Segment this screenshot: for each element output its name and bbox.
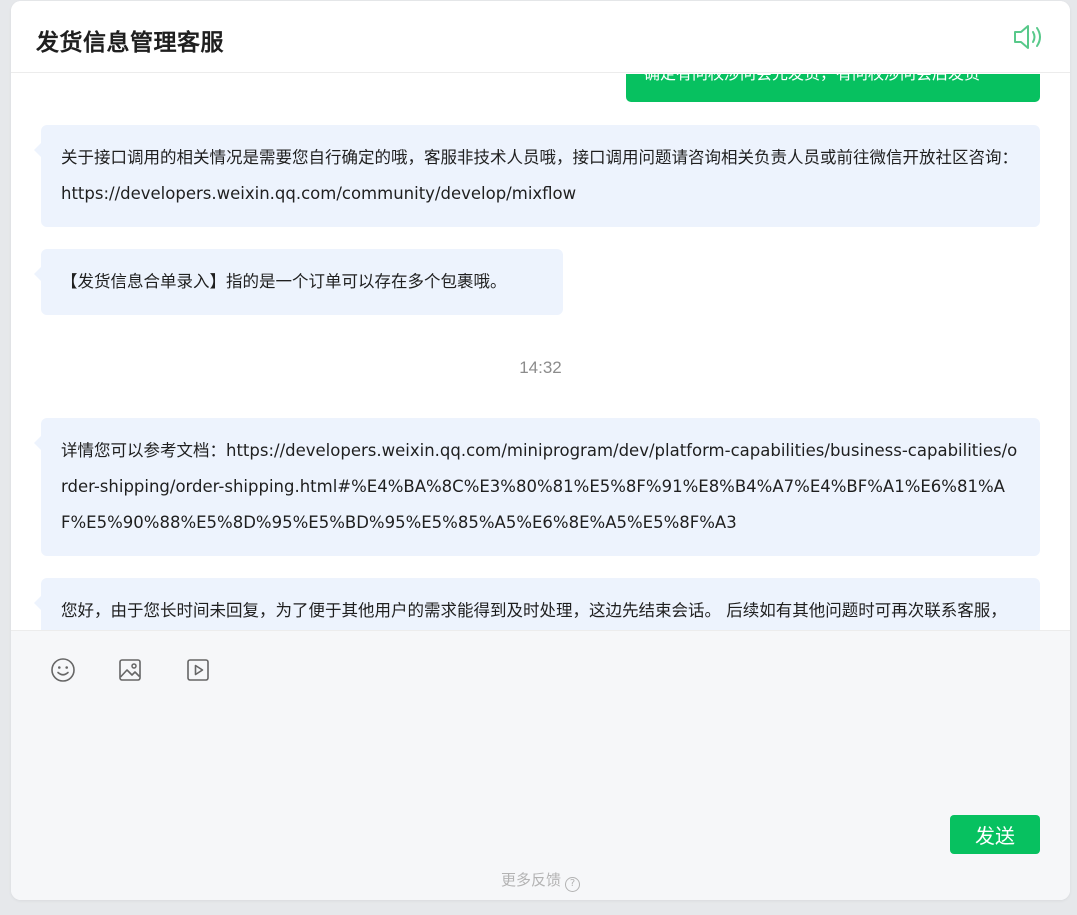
video-icon[interactable] [185, 657, 211, 683]
message-list[interactable]: 确定有问权涉问会先发货，有问权涉问会后发货 关于接口调用的相关情况是需要您自行确… [11, 74, 1070, 630]
more-feedback-label: 更多反馈 [500, 871, 561, 889]
bot-message-bubble: 详情您可以参考文档：https://developers.weixin.qq.c… [34, 418, 1040, 556]
bot-message-bubble: 【发货信息合单录入】指的是一个订单可以存在多个包裹哦。 [34, 249, 563, 315]
chat-title: 发货信息管理客服 [36, 30, 224, 56]
user-message-bubble: 确定有问权涉问会先发货，有问权涉问会后发货 [626, 74, 1040, 102]
bot-message-bubble: 关于接口调用的相关情况是需要您自行确定的哦，客服非技术人员哦，接口调用问题请咨询… [34, 125, 1040, 227]
image-icon[interactable] [117, 657, 143, 683]
send-button[interactable]: 发送 [950, 815, 1040, 854]
emoji-icon[interactable] [50, 657, 76, 683]
speaker-icon[interactable] [1012, 23, 1046, 51]
help-icon: ? [565, 877, 580, 892]
more-feedback-link[interactable]: 更多反馈? [11, 869, 1070, 892]
bot-message-bubble: 您好，由于您长时间未回复，为了便于其他用户的需求能得到及时处理，这边先结束会话。… [34, 578, 1040, 630]
message-timestamp: 14:32 [519, 358, 562, 377]
composer-area[interactable]: 发送 更多反馈? [11, 630, 1070, 900]
chat-header: 发货信息管理客服 [11, 1, 1070, 73]
chat-window: 发货信息管理客服 确定有问权涉问会先发货，有问权涉问会后发货 关于接口调用的相关… [11, 1, 1070, 900]
